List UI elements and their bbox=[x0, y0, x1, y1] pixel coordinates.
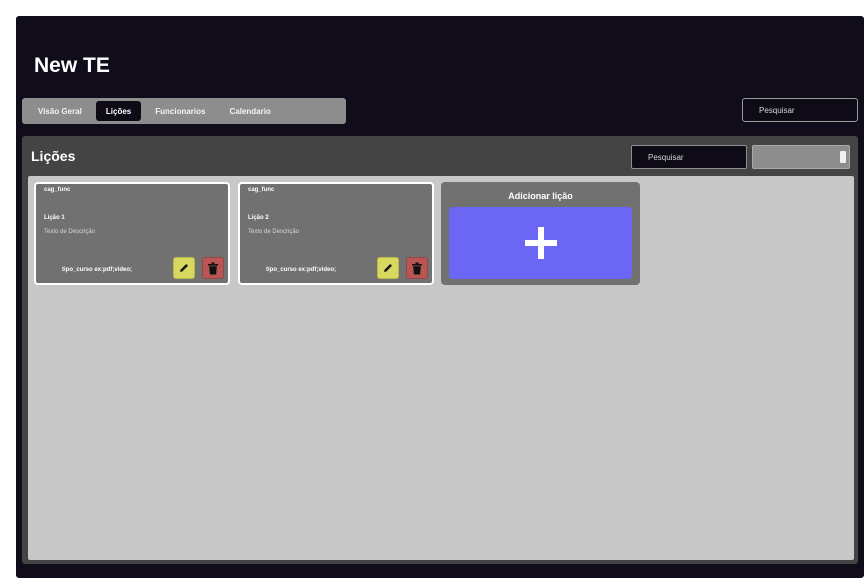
lesson-category: cag_func bbox=[248, 187, 275, 193]
lesson-description: Texto de Descrição bbox=[44, 229, 96, 235]
app-window: New TE Visão Geral Lições Funcionarios C… bbox=[16, 16, 864, 578]
tab-visao-geral[interactable]: Visão Geral bbox=[28, 101, 92, 121]
add-lesson-button[interactable] bbox=[449, 207, 632, 279]
tab-funcionarios[interactable]: Funcionarios bbox=[145, 101, 215, 121]
delete-lesson-button[interactable] bbox=[202, 257, 224, 279]
add-lesson-title: Adicionar lição bbox=[508, 191, 573, 201]
select-caret-icon bbox=[840, 151, 846, 163]
tab-bar: Visão Geral Lições Funcionarios Calendar… bbox=[22, 98, 346, 124]
app-title: New TE bbox=[34, 54, 110, 77]
lessons-panel: Lições Pesquisar cag_func Lição 1 Texto … bbox=[22, 136, 858, 564]
trash-icon bbox=[412, 262, 422, 274]
tab-calendario[interactable]: Calendario bbox=[219, 101, 280, 121]
pencil-icon bbox=[180, 264, 188, 272]
lesson-description: Texto de Descrição bbox=[248, 229, 300, 235]
lesson-types: tipo_curso ex:pdf;video; bbox=[62, 267, 133, 273]
filter-select[interactable] bbox=[752, 145, 850, 169]
lesson-card[interactable]: cag_func Lição 2 Texto de Descrição tipo… bbox=[238, 182, 434, 285]
lesson-name: Lição 2 bbox=[248, 215, 269, 221]
edit-lesson-button[interactable] bbox=[173, 257, 195, 279]
lesson-card[interactable]: cag_func Lição 1 Texto de Descrição tipo… bbox=[34, 182, 230, 285]
delete-lesson-button[interactable] bbox=[406, 257, 428, 279]
panel-search-button[interactable]: Pesquisar bbox=[631, 145, 747, 169]
edit-lesson-button[interactable] bbox=[377, 257, 399, 279]
add-lesson-card: Adicionar lição bbox=[441, 182, 640, 285]
lessons-grid: cag_func Lição 1 Texto de Descrição tipo… bbox=[28, 176, 854, 560]
plus-icon bbox=[524, 227, 557, 259]
panel-title: Lições bbox=[31, 148, 76, 164]
tab-licoes[interactable]: Lições bbox=[95, 101, 142, 121]
lesson-types: tipo_curso ex:pdf;video; bbox=[266, 267, 337, 273]
lesson-name: Lição 1 bbox=[44, 215, 65, 221]
top-search-button[interactable]: Pesquisar bbox=[742, 98, 858, 122]
lesson-category: cag_func bbox=[44, 187, 71, 193]
trash-icon bbox=[208, 262, 218, 274]
pencil-icon bbox=[384, 264, 392, 272]
